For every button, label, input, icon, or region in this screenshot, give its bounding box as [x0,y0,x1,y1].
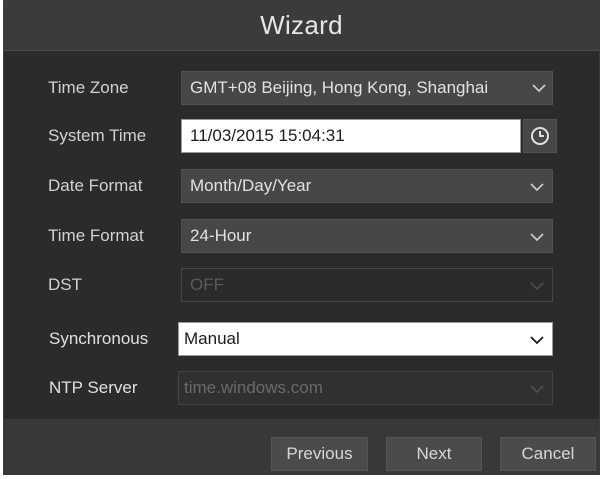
cancel-button[interactable]: Cancel [500,437,596,471]
title-bar: Wizard [4,1,599,51]
chevron-down-icon [530,335,544,345]
system-time-label: System Time [48,126,147,145]
time-zone-select[interactable]: GMT+08 Beijing, Hong Kong, Shanghai [181,71,553,105]
chevron-down-icon [530,182,544,192]
system-time-input[interactable]: 11/03/2015 15:04:31 [181,119,521,153]
time-format-select[interactable]: 24-Hour [181,219,553,253]
time-zone-row: Time Zone GMT+08 Beijing, Hong Kong, Sha… [4,71,599,105]
dst-select: OFF [181,268,553,302]
next-button[interactable]: Next [386,437,482,471]
date-format-row: Date Format Month/Day/Year [4,169,599,203]
chevron-down-icon [530,384,544,394]
synchronous-select[interactable]: Manual [178,322,553,356]
dst-value: OFF [190,275,224,294]
dst-label: DST [48,275,82,294]
chevron-down-icon [526,73,552,103]
synchronous-label: Synchronous [49,329,149,348]
system-time-value: 11/03/2015 15:04:31 [190,126,345,145]
previous-button[interactable]: Previous [271,437,368,471]
time-zone-value: GMT+08 Beijing, Hong Kong, Shanghai [190,78,489,97]
ntp-server-value: time.windows.com [184,378,323,397]
clock-icon [531,127,549,145]
ntp-server-label: NTP Server [49,378,138,397]
date-format-label: Date Format [48,176,143,195]
ntp-server-select: time.windows.com [178,371,553,405]
dialog-title: Wizard [260,10,343,40]
chevron-down-icon [530,232,544,242]
date-format-select[interactable]: Month/Day/Year [181,169,553,203]
date-format-value: Month/Day/Year [190,176,312,195]
chevron-down-icon [530,281,544,291]
synchronous-row: Synchronous Manual [4,322,599,356]
system-time-row: System Time 11/03/2015 15:04:31 [4,119,599,153]
dst-row: DST OFF [4,268,599,302]
time-zone-label: Time Zone [48,78,129,97]
wizard-dialog: Wizard Time Zone GMT+08 Beijing, Hong Ko… [3,0,600,475]
time-format-label: Time Format [48,226,144,245]
ntp-server-row: NTP Server time.windows.com [4,371,599,405]
clock-button[interactable] [523,119,557,153]
time-format-value: 24-Hour [190,226,252,245]
synchronous-value: Manual [184,329,240,348]
time-format-row: Time Format 24-Hour [4,219,599,253]
